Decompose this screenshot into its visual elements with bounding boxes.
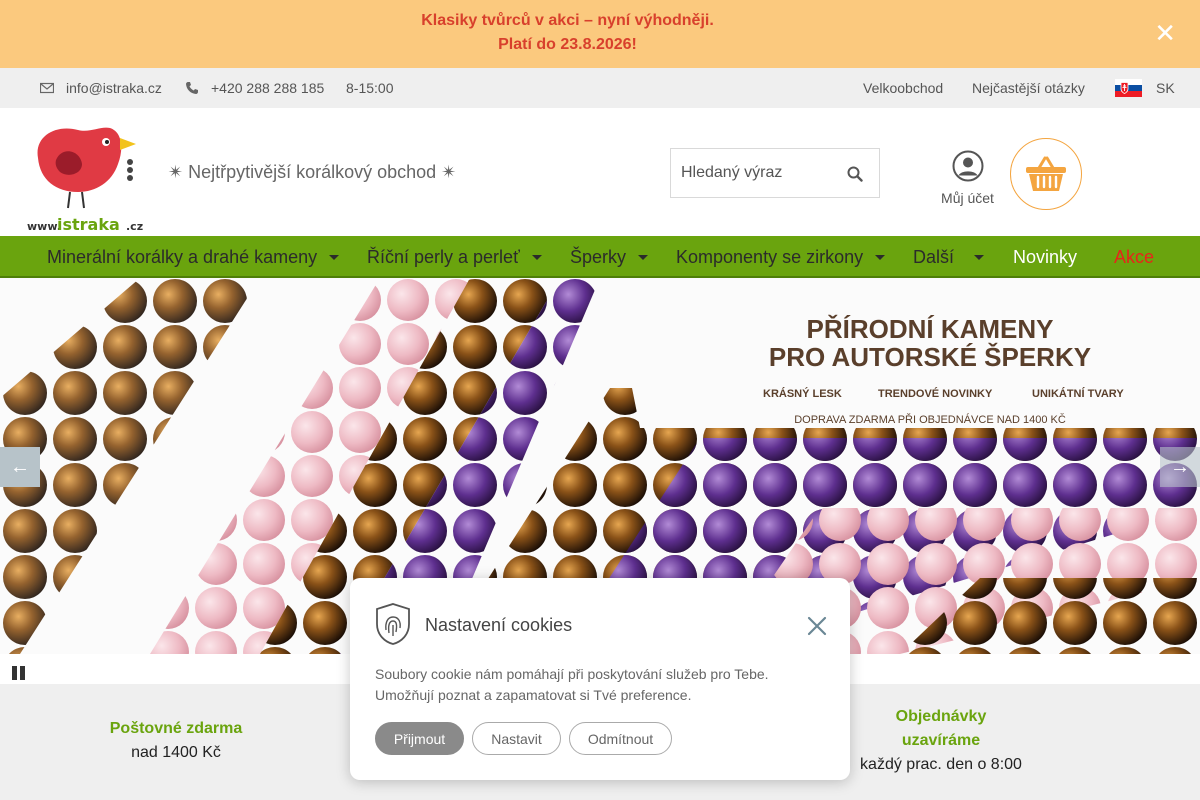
nav-item-jewelry[interactable]: Šperky [570,247,649,268]
banner-title-line1: PŘÍRODNÍ KAMENY [806,314,1054,344]
accept-cookies-button[interactable]: Přijmout [375,722,464,755]
promo-bar: Klasiky tvůrců v akci – nyní výhodněji. … [0,0,1200,68]
promo-text-line1: Klasiky tvůrců v akci – nyní výhodněji. [421,12,714,29]
svg-text:istraka: istraka [57,215,120,234]
nav-item-label: Říční perly a perleť [367,247,520,267]
benefit-title: Poštovné zdarma [109,720,243,737]
cookie-consent-dialog: Nastavení cookies Soubory cookie nám pom… [350,578,850,780]
banner-shipping-note: DOPRAVA ZDARMA PŘI OBJEDNÁVCE NAD 1400 K… [794,414,1066,426]
envelope-icon [40,82,54,94]
nav-item-news[interactable]: Novinky [1013,247,1077,268]
banner-feature: KRÁSNÝ LESK [763,388,842,400]
cookie-dialog-text: Soubory cookie nám pomáhají při poskytov… [375,666,769,703]
nav-item-label: Akce [1114,247,1155,267]
search-input[interactable] [681,149,841,197]
search-box [670,148,880,198]
nav-item-zircon-components[interactable]: Komponenty se zirkony [676,247,886,268]
svg-text:.cz: .cz [126,220,143,233]
shop-tagline: ✴ Nejtřpytivější korálkový obchod ✴ [168,162,457,182]
contact-email[interactable]: info@istraka.cz [40,80,162,96]
benefit-description: každý prac. den o 8:00 [860,756,1022,773]
nav-item-pearls[interactable]: Říční perly a perleť [367,247,542,268]
account-label: Můj účet [941,190,994,206]
main-navigation: Minerální korálky a drahé kameny Říční p… [0,236,1200,278]
caret-down-icon [329,255,340,260]
wholesale-link-text: Velkoobchod [863,80,944,96]
cart-button[interactable] [1010,138,1082,210]
nav-item-label: Minerální korálky a drahé kameny [47,247,318,267]
nav-item-label: Novinky [1013,247,1078,267]
faq-link-text: Nejčastější otázky [972,80,1085,96]
cookie-dialog-title: Nastavení cookies [425,615,573,635]
banner-feature: UNIKÁTNÍ TVARY [1032,388,1124,400]
caret-down-icon [638,255,649,260]
opening-hours: 8-15:00 [346,80,393,96]
carousel-prev-arrow-icon[interactable]: ← [0,447,40,487]
banner-feature: TRENDOVÉ NOVINKY [878,388,993,400]
nav-item-sale[interactable]: Akce [1114,247,1154,268]
svg-text:www.: www. [27,220,61,233]
hours-text: 8-15:00 [346,80,394,96]
benefit-description: nad 1400 Kč [131,744,221,761]
contact-bar: info@istraka.cz +420 288 288 185 8-15:00… [0,68,1200,108]
banner-title-line2: PRO AUTORSKÉ ŠPERKY [768,342,1092,372]
benefit-title: Objednávky uzavíráme [895,708,987,749]
phone-icon [186,82,198,94]
nav-item-label: Komponenty se zirkony [676,247,864,267]
search-icon[interactable] [847,166,863,182]
nav-item-minerals[interactable]: Minerální korálky a drahé kameny [47,247,340,268]
account-link[interactable]: Můj účet [930,150,1005,206]
fingerprint-shield-icon [376,603,410,645]
language-switcher[interactable]: SK [1115,79,1175,97]
close-icon[interactable] [806,615,828,637]
nav-item-label: Šperky [570,247,627,267]
basket-icon [1026,156,1066,191]
benefit-order-cutoff: Objednávky uzavíráme každý prac. den o 8… [851,705,1031,777]
slovak-flag-icon [1115,79,1142,97]
phone-text: +420 288 288 185 [211,80,325,96]
language-label: SK [1156,80,1175,96]
promo-text-line2: Platí do 23.8.2026! [498,36,637,53]
contact-phone[interactable]: +420 288 288 185 [185,80,324,96]
carousel-pause-icon[interactable] [12,666,28,680]
promo-close-icon[interactable]: ✕ [1154,20,1176,46]
benefit-free-shipping: Poštovné zdarma nad 1400 Kč [76,717,276,765]
nav-item-more[interactable]: Další [913,247,985,268]
email-text: info@istraka.cz [66,80,162,96]
site-header: www. istraka .cz ✴ Nejtřpytivější korálk… [0,108,1200,236]
reject-cookies-button[interactable]: Odmítnout [569,722,672,755]
link-faq[interactable]: Nejčastější otázky [972,80,1085,96]
user-icon [952,150,983,182]
istraka-logo[interactable]: www. istraka .cz [26,116,144,234]
link-wholesale[interactable]: Velkoobchod [863,80,943,96]
carousel-next-arrow-icon[interactable]: → [1160,447,1200,487]
caret-down-icon [531,255,542,260]
nav-item-label: Další [913,247,955,267]
caret-down-icon [875,255,886,260]
cookie-settings-button[interactable]: Nastavit [472,722,561,755]
caret-down-icon [974,255,985,260]
